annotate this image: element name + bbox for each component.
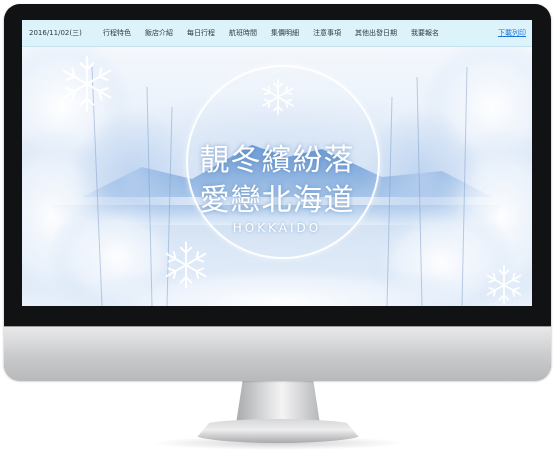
nav-item-itinerary-features[interactable]: 行程特色 bbox=[103, 28, 131, 38]
snowflake-icon bbox=[165, 241, 207, 289]
monitor-stand-base bbox=[192, 419, 364, 443]
top-nav-bar: 2016/11/02(三) 行程特色 飯店介紹 每日行程 航班時間 集價明細 注… bbox=[22, 20, 532, 47]
hero-title-line-2: 愛戀北海道 bbox=[199, 183, 355, 218]
hero-subtitle: HOKKAIDO bbox=[232, 221, 322, 235]
hero-banner: 靚冬繽紛落 愛戀北海道 HOKKAIDO bbox=[22, 47, 532, 306]
nav-item-other-dates[interactable]: 其他出發日期 bbox=[355, 28, 397, 38]
download-print-link[interactable]: 下載列印 bbox=[498, 28, 526, 38]
snowflake-icon bbox=[62, 55, 112, 113]
monitor-chin bbox=[4, 326, 551, 381]
nav-item-notices[interactable]: 注意事項 bbox=[313, 28, 341, 38]
nav-item-daily-schedule[interactable]: 每日行程 bbox=[187, 28, 215, 38]
nav-item-hotels[interactable]: 飯店介紹 bbox=[145, 28, 173, 38]
nav-menu: 行程特色 飯店介紹 每日行程 航班時間 集價明細 注意事項 其他出發日期 我要報… bbox=[103, 28, 453, 38]
hero-title-line-1: 靚冬繽紛落 bbox=[199, 143, 355, 178]
nav-date: 2016/11/02(三) bbox=[29, 29, 82, 37]
monitor-stand-neck bbox=[236, 380, 320, 424]
monitor-screen: 2016/11/02(三) 行程特色 飯店介紹 每日行程 航班時間 集價明細 注… bbox=[22, 20, 532, 306]
nav-item-price-details[interactable]: 集價明細 bbox=[271, 28, 299, 38]
snowflake-icon bbox=[486, 265, 522, 305]
nav-item-register[interactable]: 我要報名 bbox=[411, 28, 439, 38]
nav-item-flight-times[interactable]: 航班時間 bbox=[229, 28, 257, 38]
